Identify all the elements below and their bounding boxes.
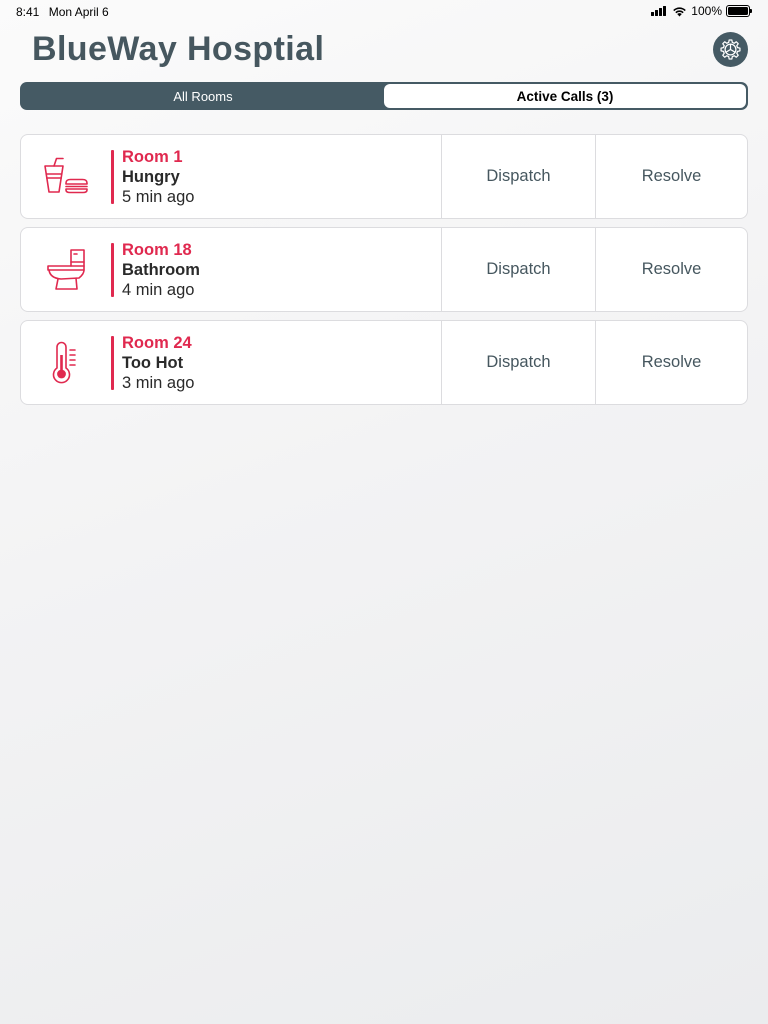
page-title: BlueWay Hosptial: [32, 30, 325, 68]
call-time: 5 min ago: [122, 188, 195, 206]
call-info[interactable]: Room 1 Hungry 5 min ago: [21, 135, 442, 218]
resolve-button[interactable]: Resolve: [596, 321, 747, 404]
call-card: Room 1 Hungry 5 min ago Dispatch Resolve: [20, 134, 748, 219]
status-date: Mon April 6: [48, 5, 109, 19]
call-type: Bathroom: [122, 261, 200, 279]
call-details: Room 24 Too Hot 3 min ago: [122, 333, 194, 393]
toilet-icon: [41, 246, 91, 294]
call-time: 3 min ago: [122, 374, 195, 392]
call-time: 4 min ago: [122, 281, 195, 299]
tab-active-calls[interactable]: Active Calls (3): [384, 84, 746, 108]
status-indicators: 100%: [651, 4, 752, 18]
accent-bar: [111, 150, 114, 204]
call-type: Too Hot: [122, 354, 184, 372]
resolve-button[interactable]: Resolve: [596, 228, 747, 311]
resolve-button[interactable]: Resolve: [596, 135, 747, 218]
call-details: Room 18 Bathroom 4 min ago: [122, 240, 200, 300]
accent-bar: [111, 336, 114, 390]
accent-bar: [111, 243, 114, 297]
status-bar: 8:41 Mon April 6 100%: [0, 0, 768, 24]
dispatch-button[interactable]: Dispatch: [442, 321, 596, 404]
room-name: Room 24: [122, 334, 192, 352]
dispatch-button[interactable]: Dispatch: [442, 228, 596, 311]
settings-button[interactable]: [713, 32, 748, 67]
battery-percentage: 100%: [691, 4, 722, 18]
call-card: Room 18 Bathroom 4 min ago Dispatch Reso…: [20, 227, 748, 312]
call-card: Room 24 Too Hot 3 min ago Dispatch Resol…: [20, 320, 748, 405]
status-time: 8:41: [16, 5, 40, 19]
call-info[interactable]: Room 24 Too Hot 3 min ago: [21, 321, 442, 404]
dispatch-button[interactable]: Dispatch: [442, 135, 596, 218]
room-name: Room 1: [122, 148, 183, 166]
tab-all-rooms[interactable]: All Rooms: [22, 84, 384, 108]
thermometer-icon: [41, 339, 91, 387]
wifi-icon: [673, 6, 687, 16]
call-type: Hungry: [122, 168, 180, 186]
status-clock: 8:41 Mon April 6: [16, 5, 115, 19]
food-drink-icon: [41, 153, 91, 201]
active-calls-list: Room 1 Hungry 5 min ago Dispatch Resolve: [20, 134, 748, 413]
call-details: Room 1 Hungry 5 min ago: [122, 147, 194, 207]
call-info[interactable]: Room 18 Bathroom 4 min ago: [21, 228, 442, 311]
view-segmented-control: All Rooms Active Calls (3): [20, 82, 748, 110]
room-name: Room 18: [122, 241, 192, 259]
battery-icon: [726, 5, 752, 17]
gear-icon: [720, 39, 741, 60]
cellular-signal-icon: [651, 6, 667, 16]
